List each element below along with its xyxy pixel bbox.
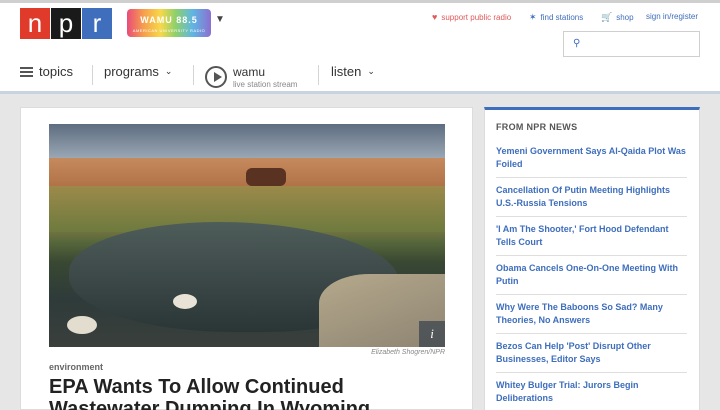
play-icon[interactable] [205, 66, 227, 88]
news-link[interactable]: Cancellation Of Putin Meeting Highlights… [496, 184, 687, 210]
listen-label: listen [331, 64, 362, 79]
list-item: Yemeni Government Says Al-Qaida Plot Was… [496, 139, 687, 178]
listen-menu[interactable]: listen ⌄ [331, 64, 375, 79]
news-link[interactable]: Why Were The Baboons So Sad? Many Theori… [496, 301, 687, 327]
topics-label: topics [39, 64, 73, 79]
cart-icon: 🛒 [601, 12, 613, 22]
npr-logo[interactable]: n p r [20, 8, 112, 39]
support-link[interactable]: ♥ support public radio [432, 12, 511, 22]
news-link[interactable]: Yemeni Government Says Al-Qaida Plot Was… [496, 145, 687, 171]
list-item: 'I Am The Shooter,' Fort Hood Defendant … [496, 217, 687, 256]
photo-pipe [67, 316, 97, 334]
nav-divider [318, 65, 319, 85]
programs-menu[interactable]: programs ⌄ [104, 64, 172, 79]
search-icon[interactable]: ⚲ [573, 38, 580, 49]
live-station-name[interactable]: wamu [233, 65, 265, 79]
news-link[interactable]: Bezos Can Help 'Post' Disrupt Other Busi… [496, 340, 687, 366]
photo-pipe [173, 294, 197, 309]
news-link[interactable]: Obama Cancels One-On-One Meeting With Pu… [496, 262, 687, 288]
sidebar-title: FROM NPR NEWS [496, 122, 578, 132]
menu-icon [20, 65, 33, 79]
search-box[interactable]: ⚲ [563, 31, 700, 57]
news-list: Yemeni Government Says Al-Qaida Plot Was… [496, 139, 687, 410]
programs-label: programs [104, 64, 159, 79]
station-logo-tagline: AMERICAN UNIVERSITY RADIO [132, 28, 206, 33]
support-label: support public radio [441, 12, 512, 22]
search-input[interactable] [588, 35, 696, 53]
live-station-sub: live station stream [233, 80, 298, 89]
npr-logo-r: r [82, 8, 112, 39]
chevron-down-icon: ⌄ [367, 66, 375, 76]
signin-label: sign in/register [646, 12, 699, 21]
shop-label: shop [616, 13, 634, 22]
radio-tower-icon: ✶ [529, 12, 537, 22]
chevron-down-icon[interactable]: ▼ [215, 14, 225, 25]
list-item: Bezos Can Help 'Post' Disrupt Other Busi… [496, 334, 687, 373]
nav-divider [193, 65, 194, 85]
story-headline[interactable]: EPA Wants To Allow Continued Wastewater … [49, 376, 449, 410]
topics-menu[interactable]: topics [20, 64, 73, 79]
list-item: Whitey Bulger Trial: Jurors Begin Delibe… [496, 373, 687, 410]
npr-logo-p: p [51, 8, 81, 39]
story-photo[interactable] [49, 124, 445, 347]
news-link[interactable]: 'I Am The Shooter,' Fort Hood Defendant … [496, 223, 687, 249]
find-stations-link[interactable]: ✶ find stations [529, 12, 583, 23]
find-stations-label: find stations [540, 13, 584, 22]
nav-divider [92, 65, 93, 85]
news-link[interactable]: Whitey Bulger Trial: Jurors Begin Delibe… [496, 379, 687, 405]
photo-tank [246, 168, 286, 186]
signin-link[interactable]: sign in/register [646, 12, 698, 21]
shop-link[interactable]: 🛒 shop [601, 12, 634, 23]
info-icon[interactable]: i [419, 321, 445, 347]
heart-icon: ♥ [432, 12, 438, 22]
photo-credit: Elizabeth Shogren/NPR [371, 349, 445, 356]
list-item: Obama Cancels One-On-One Meeting With Pu… [496, 256, 687, 295]
list-item: Why Were The Baboons So Sad? Many Theori… [496, 295, 687, 334]
station-logo[interactable]: WAMU 88.5 AMERICAN UNIVERSITY RADIO [127, 9, 211, 37]
station-logo-name: WAMU 88.5 [140, 15, 198, 25]
npr-logo-n: n [20, 8, 50, 39]
chevron-down-icon: ⌄ [164, 66, 173, 76]
list-item: Cancellation Of Putin Meeting Highlights… [496, 178, 687, 217]
story-slug[interactable]: environment [49, 362, 103, 372]
